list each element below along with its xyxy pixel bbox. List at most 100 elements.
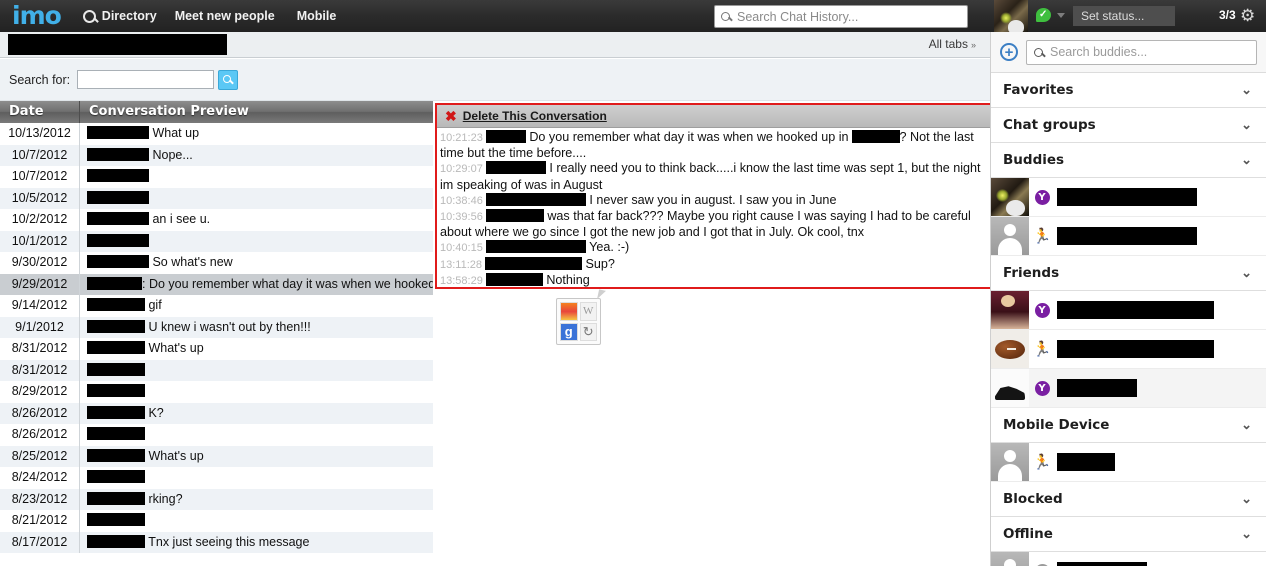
buddy-avatar [991,291,1029,329]
buddy-name-redaction [1057,379,1137,397]
google-icon [560,322,578,341]
status-indicator[interactable] [1036,7,1065,22]
buddy-list-item[interactable]: 🏃 [991,217,1266,256]
table-row[interactable]: 9/29/2012: Do you remember what day it w… [0,273,433,295]
buddy-list-item[interactable]: 🏃 [991,443,1266,482]
buddy-list-item[interactable]: Y [991,291,1266,330]
group-header-buddies[interactable]: Buddies ⌄ [991,143,1266,178]
cell-date: 8/29/2012 [0,381,80,403]
sender-redaction-block [485,161,546,175]
search-buddies-input[interactable] [1050,45,1256,59]
group-header-chat-groups[interactable]: Chat groups ⌄ [991,108,1266,143]
table-row[interactable]: 10/7/2012 [0,166,433,188]
table-row[interactable]: 10/5/2012 [0,187,433,209]
table-row[interactable]: 10/7/2012 Nope... [0,144,433,166]
cell-date: 8/26/2012 [0,402,80,424]
avatar[interactable] [994,0,1028,32]
redaction-block [87,298,145,311]
preview-text: an i see u. [149,212,211,226]
message-timestamp: 10:29:07 [440,163,483,176]
chevron-down-icon[interactable]: ⌄ [1241,417,1252,433]
cell-preview [80,166,433,188]
cell-preview [80,381,433,403]
cell-preview: What's up [80,338,433,360]
cell-preview [80,360,433,382]
cell-date: 10/7/2012 [0,144,80,166]
group-header-friends[interactable]: Friends ⌄ [991,256,1266,291]
group-header-blocked[interactable]: Blocked ⌄ [991,482,1266,517]
chat-history-search[interactable] [714,5,968,28]
nav-item-directory[interactable]: Directory [82,9,157,23]
chevron-down-icon[interactable]: ⌄ [1241,117,1252,133]
table-row[interactable]: 8/21/2012 [0,510,433,532]
preview-text: gif [145,298,162,312]
nav-item-meet-new-people[interactable]: Meet new people [175,9,275,23]
chevron-down-icon[interactable]: ⌄ [1241,491,1252,507]
table-row[interactable]: 10/2/2012 an i see u. [0,209,433,231]
table-row[interactable]: 8/25/2012 What's up [0,445,433,467]
chevron-down-icon[interactable]: ⌄ [1241,265,1252,281]
table-row[interactable]: 8/24/2012 [0,467,433,489]
set-status-button[interactable]: Set status... [1073,6,1175,26]
add-buddy-icon[interactable]: + [1000,43,1018,61]
table-row[interactable]: 9/1/2012 U knew i wasn't out by then!!! [0,316,433,338]
cell-preview: K? [80,403,433,425]
chat-message: 13:11:28 Sup? [440,256,988,273]
chevron-down-icon[interactable]: ⌄ [1241,526,1252,542]
cell-preview [80,231,433,253]
buddy-avatar [991,178,1029,216]
aim-running-man-icon: 🏃 [1032,227,1052,245]
search-engines-extension-icon[interactable] [556,289,606,345]
buddy-list-item[interactable]: Y [991,178,1266,217]
tab-active-redacted[interactable] [8,34,227,55]
cell-date: 8/17/2012 [0,531,80,553]
redaction-block [87,341,145,354]
table-row[interactable]: 8/31/2012 [0,359,433,382]
table-row[interactable]: 8/26/2012 [0,424,433,446]
search-for-input[interactable] [77,70,215,89]
preview-text: U knew i wasn't out by then!!! [145,319,311,334]
yahoo-messenger-icon: Y [1034,380,1050,396]
group-header-favorites[interactable]: Favorites ⌄ [991,73,1266,108]
table-row[interactable]: 9/14/2012 gif [0,295,433,317]
buddy-name-redaction [1057,188,1197,206]
preview-text: K? [145,405,164,420]
cell-date: 8/25/2012 [0,445,80,467]
conversation-toolbar: ✖ Delete This Conversation [437,105,991,128]
chevron-down-icon[interactable] [1057,12,1065,18]
all-tabs-button[interactable]: All tabs» [929,37,976,51]
cell-date: 8/23/2012 [0,488,80,510]
preview-text: What's up [145,341,204,355]
search-chat-history-input[interactable] [737,9,967,24]
table-row[interactable]: 10/13/2012 What up [0,123,433,145]
message-text: Do you remember what day it was when we … [525,130,849,144]
cell-preview: rking? [80,489,433,511]
nav-item-mobile[interactable]: Mobile [297,9,337,23]
buddy-list-item[interactable]: 🏃 [991,330,1266,369]
chevron-down-icon[interactable]: ⌄ [1241,82,1252,98]
table-row[interactable]: 8/17/2012 Tnx just seeing this message [0,531,433,553]
redaction-block [87,190,149,204]
group-header-offline[interactable]: Offline ⌄ [991,517,1266,552]
column-header-conversation-preview[interactable]: Conversation Preview [80,101,433,123]
table-row[interactable]: 8/26/2012 K? [0,402,433,425]
search-submit-button[interactable] [218,69,239,90]
table-row[interactable]: 8/23/2012 rking? [0,488,433,511]
buddy-avatar [991,443,1029,481]
search-buddies-field[interactable] [1026,39,1257,65]
chevron-down-icon[interactable]: ⌄ [1241,152,1252,168]
column-header-date[interactable]: Date [0,101,80,123]
delete-conversation-link[interactable]: Delete This Conversation [463,109,607,123]
buddy-list-item[interactable]: Y [991,552,1266,566]
table-row[interactable]: 8/29/2012 [0,381,433,403]
nav-label-directory: Directory [101,9,157,23]
x-close-icon[interactable]: ✖ [445,108,457,125]
buddy-list-item[interactable]: Y [991,369,1266,408]
search-for-bar: Search for: [0,59,990,101]
group-header-mobile-device[interactable]: Mobile Device ⌄ [991,408,1266,443]
cell-preview: What up [80,123,433,145]
table-row[interactable]: 9/30/2012 So what's new [0,252,433,274]
gear-icon[interactable]: ⚙ [1240,7,1257,24]
table-row[interactable]: 10/1/2012 [0,230,433,253]
table-row[interactable]: 8/31/2012 What's up [0,338,433,360]
